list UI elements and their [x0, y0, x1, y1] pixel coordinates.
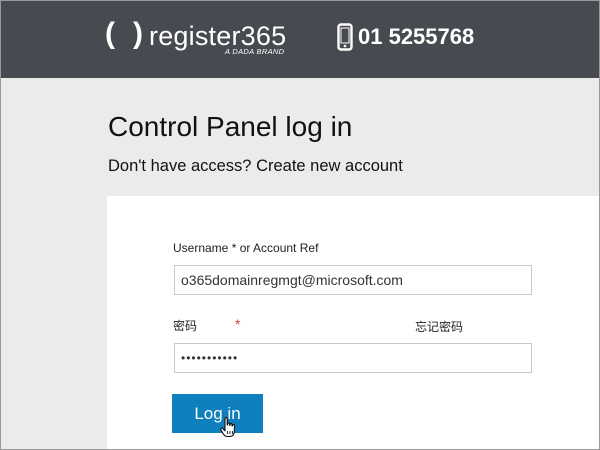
- phone-number: 01 5255768: [358, 24, 475, 49]
- forgot-password-link[interactable]: 忘记密码: [415, 320, 463, 334]
- username-label: Username * or Account Ref: [173, 241, 319, 255]
- create-account-prompt: Don't have access? Create new account: [108, 155, 403, 177]
- logo-paren-right: ): [133, 17, 143, 50]
- password-label: 密码: [173, 319, 198, 333]
- logo-tagline: A DADA BRAND: [225, 47, 285, 56]
- login-form-card: Username * or Account Ref 密码 * 忘记密码 Log …: [107, 196, 599, 449]
- browser-viewport: ( ) register365 A DADA BRAND 01 5255768 …: [0, 0, 600, 450]
- hand-pointer-icon: [219, 416, 239, 438]
- password-input[interactable]: [174, 343, 532, 373]
- username-input[interactable]: [174, 265, 532, 295]
- login-button[interactable]: Log in: [172, 394, 263, 433]
- create-account-link[interactable]: Don't have access? Create new account: [108, 157, 403, 175]
- required-marker: *: [235, 316, 241, 332]
- site-header: ( ) register365 A DADA BRAND 01 5255768: [1, 1, 599, 78]
- mobile-phone-icon: [337, 23, 353, 51]
- register365-logo[interactable]: ( ) register365 A DADA BRAND: [105, 17, 295, 59]
- logo-paren-left: (: [105, 17, 115, 50]
- page-title: Control Panel log in: [108, 111, 353, 142]
